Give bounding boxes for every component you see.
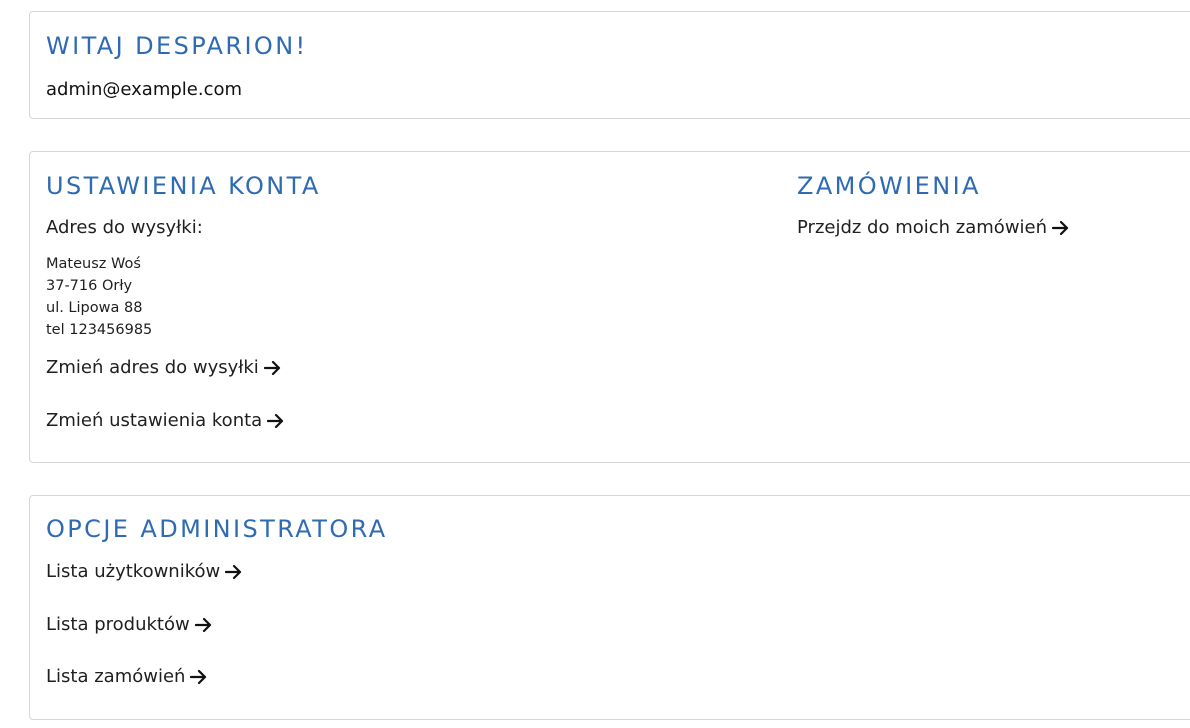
address-street: ul. Lipowa 88 <box>46 300 143 316</box>
address-city: 37-716 Orły <box>46 278 133 294</box>
orders-heading: ZAMÓWIENIA <box>797 172 981 200</box>
change-settings-link[interactable]: Zmień ustawienia konta <box>46 409 285 433</box>
users-list-link[interactable]: Lista użytkowników <box>46 560 243 584</box>
address-name: Mateusz Woś <box>46 256 141 272</box>
arrow-right-icon <box>190 669 208 685</box>
products-list-link[interactable]: Lista produktów <box>46 613 213 637</box>
arrow-right-icon <box>194 617 213 633</box>
change-address-link[interactable]: Zmień adres do wysyłki <box>46 356 282 380</box>
arrow-right-icon <box>267 413 285 429</box>
orders-list-label: Lista zamówień <box>46 666 186 687</box>
change-address-label: Zmień adres do wysyłki <box>46 357 259 378</box>
arrow-right-icon <box>263 360 282 376</box>
products-list-label: Lista produktów <box>46 614 190 635</box>
arrow-right-icon <box>225 564 243 580</box>
address-phone: tel 123456985 <box>46 322 153 338</box>
orders-list-link[interactable]: Lista zamówień <box>46 665 208 689</box>
welcome-card: WITAJ DESPARION! admin@example.com <box>29 11 1190 119</box>
users-list-label: Lista użytkowników <box>46 561 221 582</box>
admin-options-heading: OPCJE ADMINISTRATORA <box>46 515 388 543</box>
user-email: admin@example.com <box>46 79 243 100</box>
my-orders-label: Przejdz do moich zamówień <box>797 217 1048 238</box>
account-card: USTAWIENIA KONTA Adres do wysyłki: Mateu… <box>29 151 1190 463</box>
change-settings-label: Zmień ustawienia konta <box>46 410 263 431</box>
shipping-address-label: Adres do wysyłki: <box>46 217 203 238</box>
my-orders-link[interactable]: Przejdz do moich zamówień <box>797 216 1070 240</box>
arrow-right-icon <box>1052 220 1070 236</box>
admin-card: OPCJE ADMINISTRATORA Lista użytkowników … <box>29 495 1190 720</box>
welcome-heading: WITAJ DESPARION! <box>46 32 308 60</box>
shipping-address: Mateusz Woś 37-716 Orły ul. Lipowa 88 te… <box>46 253 152 341</box>
account-settings-heading: USTAWIENIA KONTA <box>46 172 321 200</box>
